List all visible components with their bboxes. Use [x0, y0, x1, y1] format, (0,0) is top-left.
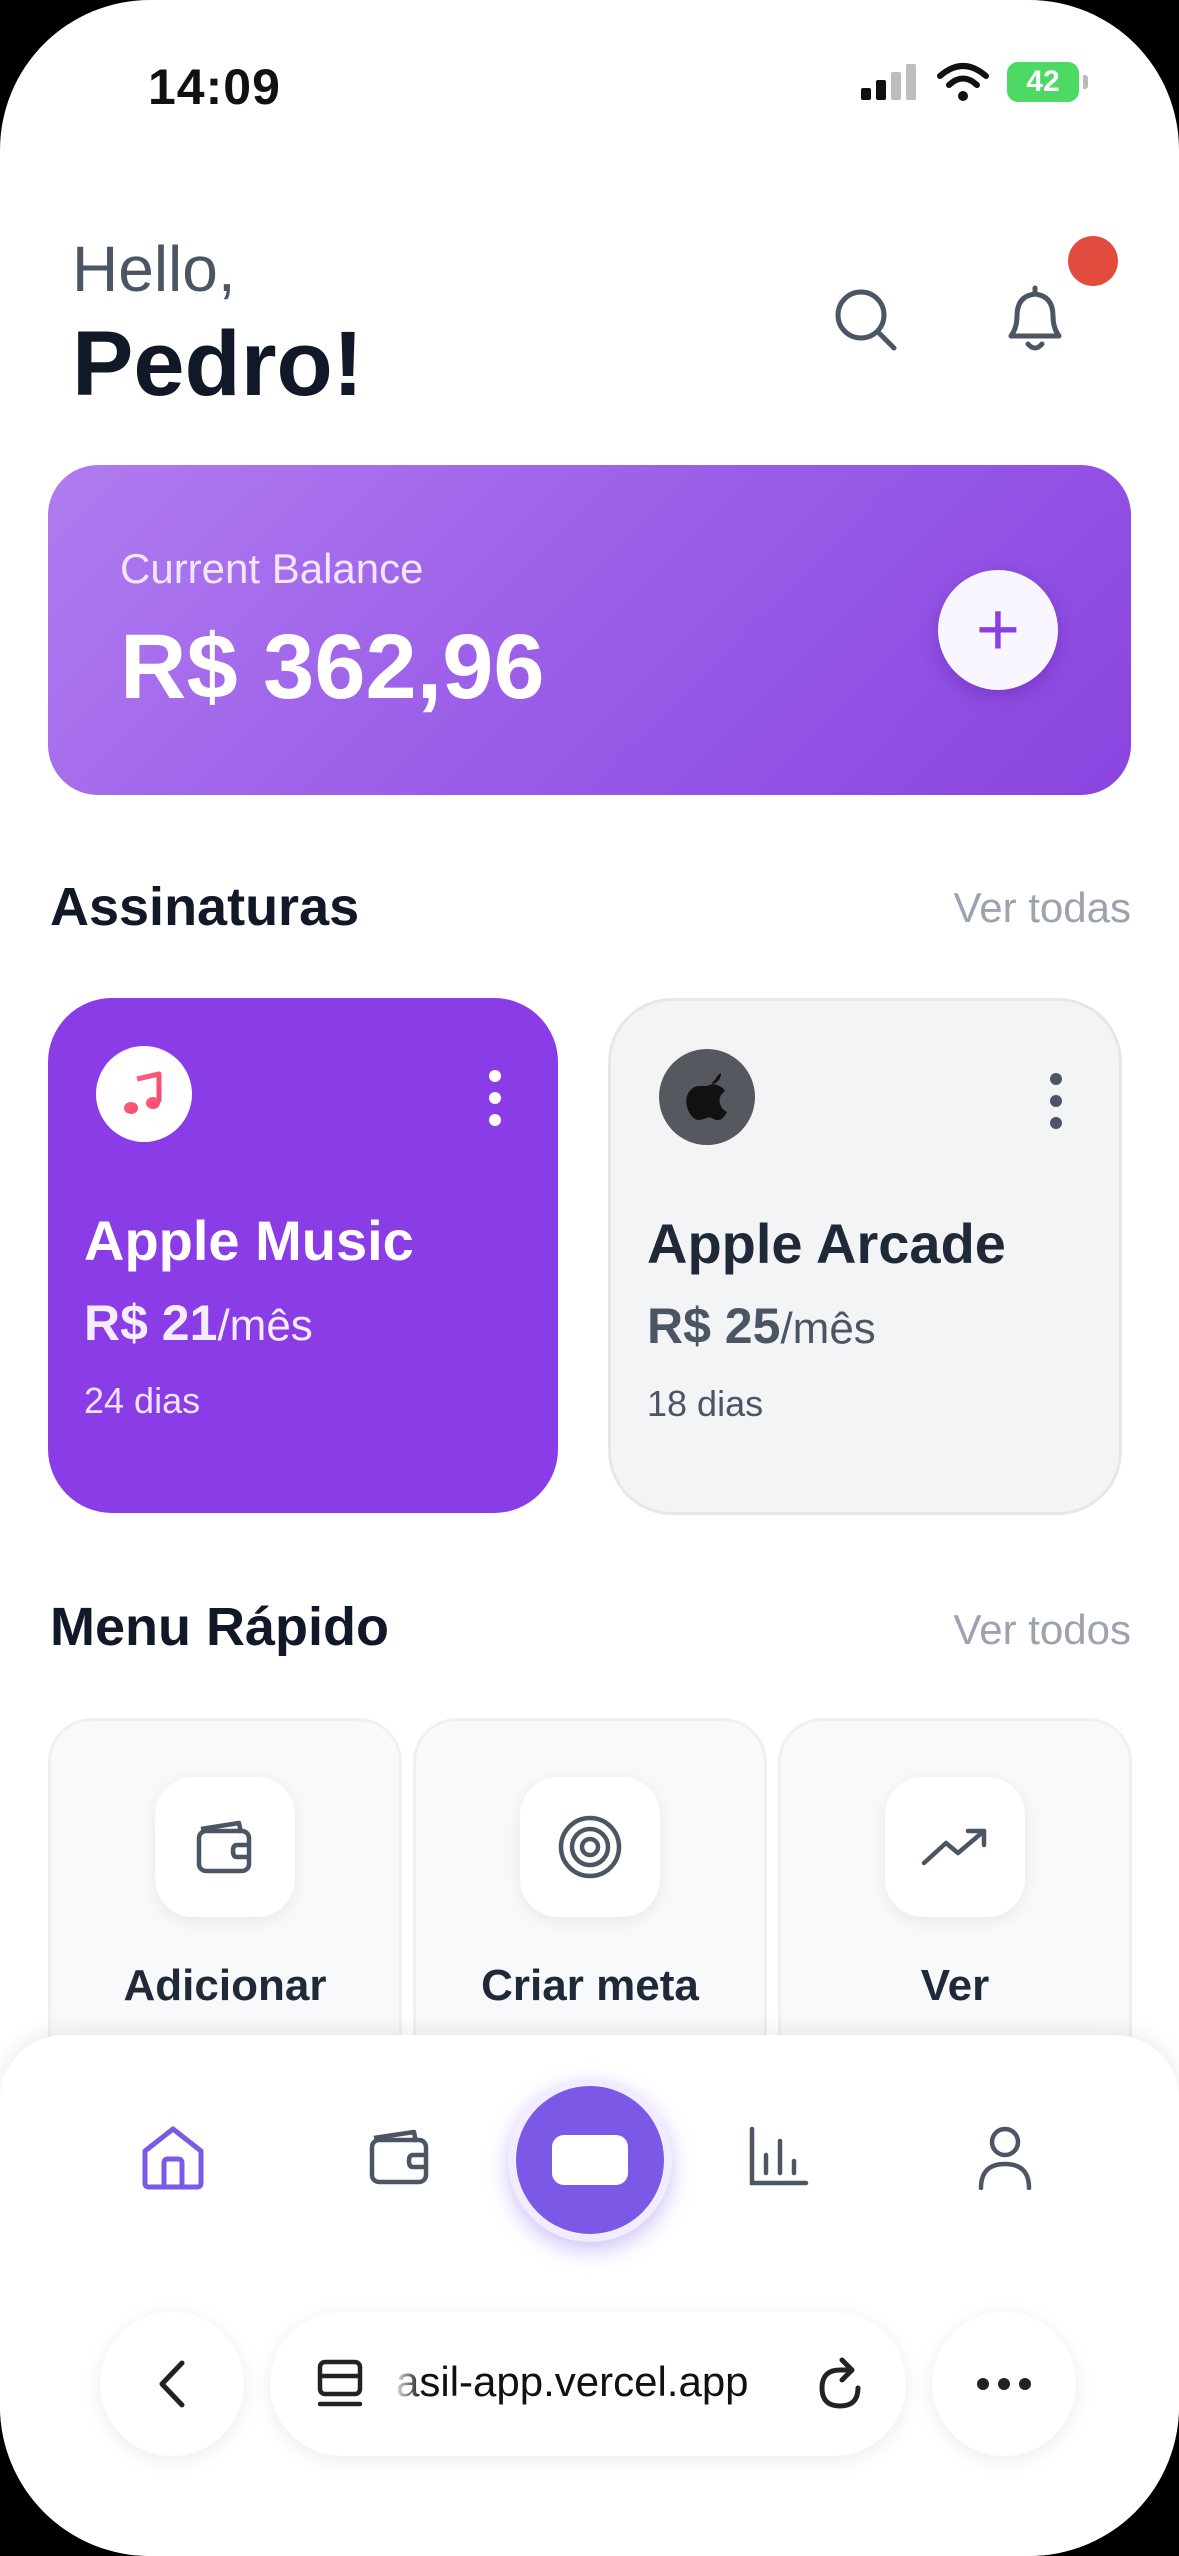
reader-icon — [317, 2359, 363, 2407]
quick-menu-see-all-link[interactable]: Ver todos — [954, 1606, 1131, 1654]
signal-icon — [861, 64, 916, 100]
quick-menu-title: Menu Rápido — [50, 1597, 389, 1657]
battery-indicator: 42 — [1007, 62, 1088, 102]
subscription-name: Apple Music — [84, 1209, 414, 1272]
home-icon — [142, 2126, 204, 2190]
wallet-icon — [155, 1777, 295, 1917]
subscription-card-apple-arcade[interactable]: Apple Arcade R$ 25/mês 18 dias — [608, 998, 1122, 1515]
target-icon — [520, 1777, 660, 1917]
greeting-text: Hello, — [72, 233, 236, 305]
status-time: 14:09 — [148, 59, 281, 115]
more-horizontal-icon — [977, 2378, 1031, 2390]
chevron-left-icon — [159, 2360, 185, 2408]
status-icons: 42 — [861, 62, 1088, 102]
add-balance-button[interactable]: + — [938, 570, 1058, 690]
trending-up-icon — [885, 1777, 1025, 1917]
subscription-price: R$ 21/mês — [84, 1295, 313, 1351]
nav-home[interactable] — [128, 2112, 218, 2202]
subscription-days: 18 dias — [647, 1383, 764, 1424]
subscriptions-see-all-link[interactable]: Ver todas — [954, 884, 1131, 932]
nav-wallet[interactable] — [355, 2112, 445, 2202]
browser-url: asil-app.vercel.app — [396, 2358, 749, 2405]
wallet-icon — [369, 2129, 429, 2185]
nav-profile[interactable] — [960, 2112, 1050, 2202]
more-vertical-icon[interactable] — [488, 1070, 502, 1126]
card-icon — [552, 2135, 628, 2185]
status-bar: 14:09 42 — [0, 0, 1179, 170]
quick-menu-label: Adicionar — [123, 1961, 327, 2010]
nav-stats[interactable] — [733, 2112, 823, 2202]
bell-icon — [1008, 285, 1062, 351]
reload-icon[interactable] — [814, 2354, 870, 2414]
browser-address-bar[interactable]: asil-app.vercel.app — [270, 2312, 906, 2456]
balance-card: Current Balance R$ 362,96 + — [48, 465, 1131, 795]
user-name: Pedro! — [72, 313, 364, 415]
plus-icon: + — [975, 587, 1021, 672]
nav-card-center-button[interactable] — [508, 2078, 672, 2242]
app-screen: 14:09 42 Hello, Pedro! Current Balance R… — [0, 0, 1179, 2556]
quick-menu-label: Ver — [920, 1961, 990, 2010]
battery-level: 42 — [1026, 65, 1060, 98]
quick-menu-label: Criar meta — [481, 1961, 699, 2010]
subscription-days: 24 dias — [84, 1380, 201, 1421]
wifi-icon — [937, 63, 989, 101]
more-vertical-icon[interactable] — [1049, 1073, 1063, 1129]
url-fade — [392, 2342, 422, 2422]
user-icon — [978, 2126, 1032, 2190]
browser-back-button[interactable] — [100, 2312, 244, 2456]
subscription-price: R$ 25/mês — [647, 1298, 876, 1354]
search-icon — [835, 289, 897, 351]
browser-more-button[interactable] — [932, 2312, 1076, 2456]
apple-logo-icon — [659, 1049, 755, 1145]
balance-value: R$ 362,96 — [120, 616, 545, 718]
notification-badge — [1068, 236, 1118, 286]
subscriptions-title: Assinaturas — [50, 877, 360, 937]
subscription-name: Apple Arcade — [647, 1212, 1006, 1275]
balance-label: Current Balance — [120, 545, 424, 592]
subscription-card-apple-music[interactable]: Apple Music R$ 21/mês 24 dias — [48, 998, 558, 1513]
search-button[interactable] — [826, 280, 906, 360]
music-note-icon — [96, 1046, 192, 1142]
notifications-button[interactable] — [995, 280, 1075, 360]
bar-chart-icon — [749, 2126, 809, 2186]
